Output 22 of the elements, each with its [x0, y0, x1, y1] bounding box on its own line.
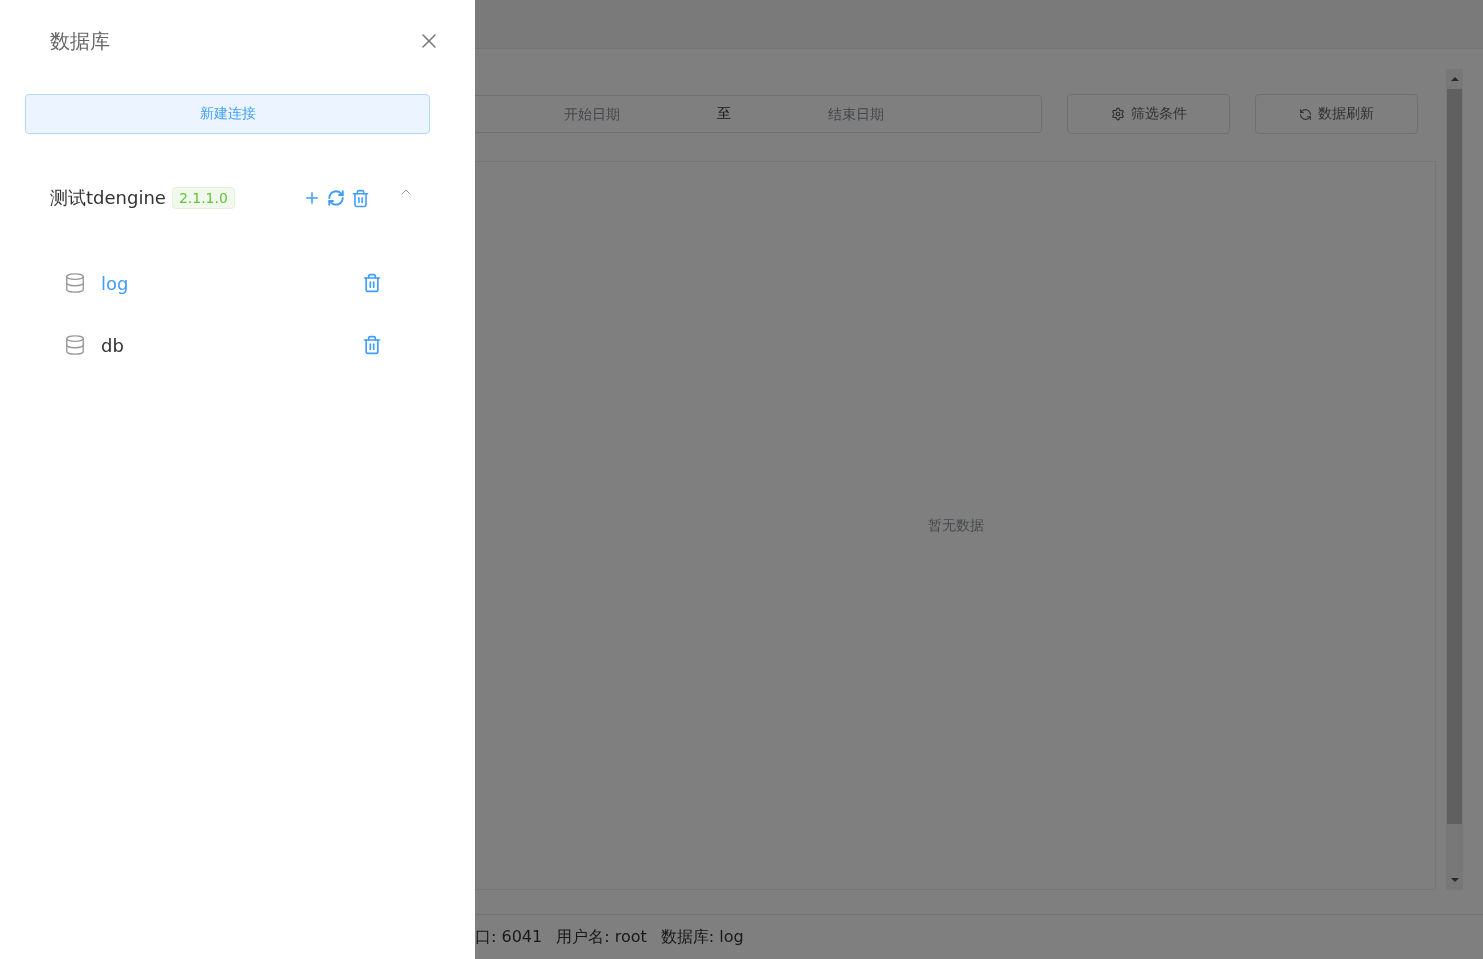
delete-button[interactable]: [362, 273, 382, 293]
refresh-icon: [1299, 107, 1312, 121]
database-icon: [64, 272, 86, 294]
refresh-button[interactable]: 数据刷新: [1255, 94, 1418, 134]
status-item: 用户名: root: [556, 926, 647, 948]
gear-icon: [1110, 107, 1125, 121]
end-date-field[interactable]: 结束日期: [739, 105, 973, 123]
refresh-button[interactable]: [326, 189, 345, 207]
database-name[interactable]: log: [101, 272, 362, 294]
version-tag: 2.1.1.0: [171, 187, 235, 209]
filter-button[interactable]: 筛选条件: [1067, 94, 1230, 134]
delete-button[interactable]: [362, 335, 382, 355]
database-name[interactable]: db: [101, 334, 362, 356]
drawer-title: 数据库: [50, 27, 110, 55]
connection-name[interactable]: 测试tdengine: [50, 186, 166, 210]
scrollbar[interactable]: [1446, 69, 1463, 890]
status-item: 口: 6041: [475, 926, 543, 948]
status-item: 数据库: log: [660, 926, 744, 948]
delete-button[interactable]: [350, 188, 370, 208]
new-connection-button[interactable]: 新建连接: [25, 94, 430, 134]
date-separator: 至: [716, 105, 732, 123]
database-icon: [64, 334, 86, 356]
